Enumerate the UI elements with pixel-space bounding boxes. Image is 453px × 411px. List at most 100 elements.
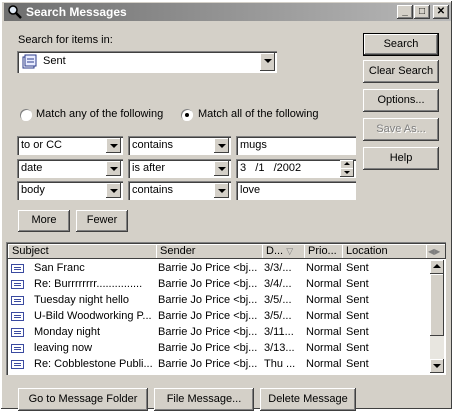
column-date[interactable]: D... ▽ <box>262 244 308 259</box>
criteria-operator-select[interactable]: is after <box>128 159 231 178</box>
cell-location: Sent <box>346 358 369 370</box>
cell-date: 3/5/... <box>264 310 292 322</box>
message-envelope-icon <box>11 344 24 353</box>
criteria-operator-value: contains <box>132 139 173 151</box>
criteria-operator-value: is after <box>132 162 166 174</box>
message-envelope-icon <box>11 264 24 273</box>
criteria-field-select[interactable]: body <box>17 181 123 200</box>
cell-location: Sent <box>346 342 369 354</box>
title-bar[interactable]: Search Messages _ □ ✕ <box>4 3 451 21</box>
table-row[interactable]: Monday night Barrie Jo Price <bj... 3/11..… <box>8 325 432 341</box>
chevron-down-icon[interactable] <box>106 138 121 153</box>
message-envelope-icon <box>11 280 24 289</box>
cell-date: Thu ... <box>264 358 296 370</box>
cell-location: Sent <box>346 262 369 274</box>
delete-message-button[interactable]: Delete Message <box>260 388 356 411</box>
criteria-operator-select[interactable]: contains <box>128 136 231 155</box>
table-row[interactable]: Re: Cobblestone Publi... Barrie Jo Price … <box>8 357 432 373</box>
cell-date: 3/4/... <box>264 278 292 290</box>
maximize-button[interactable]: □ <box>414 5 430 19</box>
criteria-field-select[interactable]: to or CC <box>17 136 123 155</box>
sort-descending-icon: ▽ <box>286 246 294 256</box>
file-message-button[interactable]: File Message... <box>154 388 254 411</box>
minimize-button[interactable]: _ <box>397 5 413 19</box>
chevron-down-icon[interactable] <box>260 53 275 71</box>
scroll-up-icon[interactable] <box>430 260 444 274</box>
table-row[interactable]: San Franc Barrie Jo Price <bj... 3/3/... No… <box>8 261 432 277</box>
cell-subject: Monday night <box>34 326 101 338</box>
chevron-down-icon[interactable] <box>214 138 229 153</box>
cell-location: Sent <box>346 326 369 338</box>
chevron-down-icon[interactable] <box>106 161 121 176</box>
criteria-field-select[interactable]: date <box>17 159 123 178</box>
options-label: Options... <box>377 94 425 106</box>
cell-date: 3/13... <box>264 342 295 354</box>
table-row[interactable]: Tuesday night hello Barrie Jo Price <bj..… <box>8 293 432 309</box>
cell-subject: Tuesday night hello <box>34 294 129 306</box>
message-envelope-icon <box>11 360 24 369</box>
help-button[interactable]: Help <box>363 147 439 170</box>
cell-sender: Barrie Jo Price <bj... <box>158 262 258 274</box>
match-any-label[interactable]: Match any of the following <box>36 108 163 120</box>
file-message-label: File Message... <box>166 393 242 405</box>
cell-date: 3/5/... <box>264 294 292 306</box>
cell-location: Sent <box>346 294 369 306</box>
fewer-button[interactable]: Fewer <box>76 210 128 232</box>
save-as-label: Save As... <box>376 123 426 135</box>
help-label: Help <box>389 152 413 164</box>
match-all-label[interactable]: Match all of the following <box>198 108 318 120</box>
column-date-label: D... <box>266 245 284 257</box>
cell-subject: leaving now <box>34 342 93 354</box>
fewer-label: Fewer <box>86 214 118 226</box>
criteria-operator-select[interactable]: contains <box>128 181 231 200</box>
clear-search-label: Clear Search <box>368 65 434 77</box>
spin-down-icon[interactable] <box>340 168 354 177</box>
vertical-scrollbar[interactable] <box>430 260 444 373</box>
chevron-down-icon[interactable] <box>214 183 229 198</box>
message-envelope-icon <box>11 296 24 305</box>
chevron-down-icon[interactable] <box>106 183 121 198</box>
column-subject[interactable]: Subject <box>8 244 160 259</box>
scroll-down-icon[interactable] <box>430 359 444 373</box>
scroll-thumb[interactable] <box>430 274 444 336</box>
cell-subject: Re: Burrrrrrrr............... <box>34 278 143 290</box>
more-button[interactable]: More <box>18 210 70 232</box>
table-row[interactable]: U-Bild Woodworking P... Barrie Jo Price <… <box>8 309 432 325</box>
table-row[interactable]: leaving now Barrie Jo Price <bj... 3/13...… <box>8 341 432 357</box>
date-picker[interactable]: 3 /1 /2002 <box>236 159 356 178</box>
criteria-field-value: to or CC <box>21 139 62 151</box>
cell-subject: San Franc <box>34 262 85 274</box>
delete-message-label: Delete Message <box>268 393 348 405</box>
header-scroll-arrows-icon[interactable]: ◀▶ <box>426 244 446 259</box>
search-messages-window: Search Messages _ □ ✕ Search for items i… <box>0 0 453 411</box>
criteria-value-input[interactable]: love <box>236 181 356 200</box>
match-all-radio[interactable] <box>181 109 193 121</box>
column-location[interactable]: Location <box>342 244 430 259</box>
table-row[interactable]: Re: Burrrrrrrr............... Barrie Jo P… <box>8 277 432 293</box>
cell-subject: U-Bild Woodworking P... <box>34 310 152 322</box>
more-label: More <box>31 214 57 226</box>
criteria-value-input[interactable]: mugs <box>236 136 356 155</box>
save-as-button: Save As... <box>363 118 439 141</box>
column-sender[interactable]: Sender <box>156 244 266 259</box>
cell-sender: Barrie Jo Price <bj... <box>158 358 258 370</box>
cell-location: Sent <box>346 310 369 322</box>
search-button[interactable]: Search <box>363 33 439 56</box>
results-list[interactable]: Subject Sender D... ▽ Prio... Location ◀… <box>6 242 446 375</box>
cell-priority: Normal <box>306 310 342 322</box>
match-any-radio[interactable] <box>20 109 32 121</box>
folder-dropdown[interactable]: Sent <box>17 51 277 73</box>
cell-priority: Normal <box>306 294 342 306</box>
column-priority[interactable]: Prio... <box>304 244 346 259</box>
search-in-label: Search for items in: <box>18 34 113 46</box>
window-title: Search Messages <box>26 5 127 19</box>
options-button[interactable]: Options... <box>363 89 439 112</box>
cell-location: Sent <box>346 278 369 290</box>
close-button[interactable]: ✕ <box>433 5 449 19</box>
cell-sender: Barrie Jo Price <bj... <box>158 342 258 354</box>
chevron-down-icon[interactable] <box>214 161 229 176</box>
clear-search-button[interactable]: Clear Search <box>363 60 439 83</box>
cell-date: 3/11... <box>264 326 294 338</box>
go-to-message-folder-button[interactable]: Go to Message Folder <box>18 388 148 411</box>
cell-date: 3/3/... <box>264 262 292 274</box>
